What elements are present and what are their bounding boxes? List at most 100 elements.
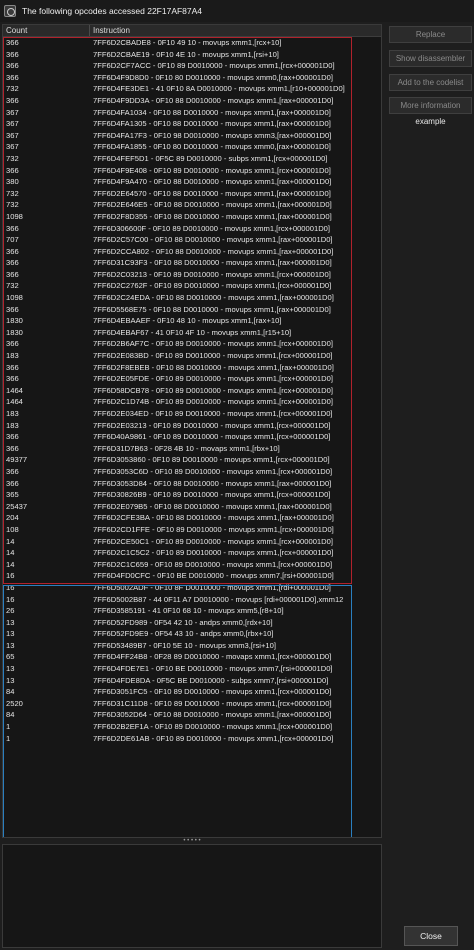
list-item[interactable]: 13 7FF6D52FD989 - 0F54 42 10 - andps xmm0… [3,617,381,629]
list-item[interactable]: 732 7FF6D4FE3DE1 - 41 0F10 8A D0010000 - … [3,83,381,95]
list-item[interactable]: 367 7FF6D4FA1034 - 0F10 88 D0010000 - mov… [3,107,381,119]
list-item[interactable]: 366 7FF6D4F9E408 - 0F10 89 D0010000 - mov… [3,165,381,177]
list-item[interactable]: 367 7FF6D4FA17F3 - 0F10 98 D0010000 - mov… [3,130,381,142]
list-item[interactable]: 1830 7FF6D4EBAF67 - 41 0F10 4F 10 - movup… [3,327,381,339]
list-item[interactable]: 65 7FF6D4FF24B8 - 0F28 89 D0010000 - mova… [3,651,381,663]
list-item[interactable]: 732 7FF6D2C2762F - 0F10 89 D0010000 - mov… [3,280,381,292]
count-cell: 14 [6,559,15,569]
list-item[interactable]: 1098 7FF6D2F8D355 - 0F10 88 D0010000 - mo… [3,211,381,223]
instruction-cell: 7FF6D2CBAE19 - 0F10 4E 10 - movups xmm1,… [93,49,279,59]
list-item[interactable]: 366 7FF6D2CBADE8 - 0F10 49 10 - movups xm… [3,37,381,49]
list-item[interactable]: 366 7FF6D3053D84 - 0F10 88 D0010000 - mov… [3,478,381,490]
list-item[interactable]: 366 7FF6D40A9861 - 0F10 89 D0010000 - mov… [3,431,381,443]
list-item[interactable]: 366 7FF6D4F9D8D0 - 0F10 80 D0010000 - mov… [3,72,381,84]
instruction-cell: 7FF6D2E03213 - 0F10 89 D0010000 - movups… [93,420,331,430]
instruction-cell: 7FF6D2CBADE8 - 0F10 49 10 - movups xmm1,… [93,38,282,47]
count-cell: 183 [6,351,19,361]
count-cell: 1098 [6,293,23,303]
count-cell: 367 [6,107,19,117]
list-item[interactable]: 26 7FF6D3585191 - 41 0F10 68 10 - movups … [3,605,381,617]
list-item[interactable]: 366 7FF6D31D7B63 - 0F28 4B 10 - movaps xm… [3,443,381,455]
list-item[interactable]: 366 7FF6D2CCA802 - 0F10 88 D0010000 - mov… [3,246,381,258]
list-item[interactable]: 84 7FF6D3051FC5 - 0F10 89 D0010000 - movu… [3,686,381,698]
count-cell: 366 [6,95,19,105]
list-item[interactable]: 365 7FF6D30826B9 - 0F10 89 D0010000 - mov… [3,489,381,501]
count-cell: 183 [6,420,19,430]
list-item[interactable]: 16 7FF6D5002ADF - 0F10 8F D0010000 - movu… [3,582,381,594]
list-item[interactable]: 14 7FF6D2C1C5C2 - 0F10 89 D0010000 - movu… [3,547,381,559]
opcode-list[interactable]: Count Instruction 366 7FF6D2CBADE8 - 0F10… [2,24,382,838]
list-item[interactable]: 1464 7FF6D58DCB78 - 0F10 89 D0010000 - mo… [3,385,381,397]
count-cell: 366 [6,223,19,233]
list-item[interactable]: 1098 7FF6D2C24EDA - 0F10 88 D0010000 - mo… [3,292,381,304]
show-disassembler-button[interactable]: Show disassembler [389,50,472,67]
list-item[interactable]: 183 7FF6D2E03213 - 0F10 89 D0010000 - mov… [3,420,381,432]
list-item[interactable]: 366 7FF6D2F8EBEB - 0F10 88 D0010000 - mov… [3,362,381,374]
replace-button[interactable]: Replace [389,26,472,43]
instruction-cell: 7FF6D3053860 - 0F10 89 D0010000 - movups… [93,455,330,465]
list-item[interactable]: 1830 7FF6D4EBAAEF - 0F10 48 10 - movups x… [3,315,381,327]
list-item[interactable]: 183 7FF6D2E034ED - 0F10 89 D0010000 - mov… [3,408,381,420]
list-item[interactable]: 367 7FF6D4FA1855 - 0F10 80 D0010000 - mov… [3,141,381,153]
list-item[interactable]: 732 7FF6D2E646E5 - 0F10 88 D0010000 - mov… [3,199,381,211]
count-cell: 366 [6,246,19,256]
column-header-instruction[interactable]: Instruction [90,25,381,36]
instruction-cell: 7FF6D2E05FDE - 0F10 89 D0010000 - movups… [93,374,333,384]
list-item[interactable]: 366 7FF6D3053C6D - 0F10 89 D0010000 - mov… [3,466,381,478]
count-cell: 13 [6,640,15,650]
list-item[interactable]: 366 7FF6D2E05FDE - 0F10 89 D0010000 - mov… [3,373,381,385]
count-cell: 108 [6,524,19,534]
list-item[interactable]: 1464 7FF6D2C1D74B - 0F10 89 D0010000 - mo… [3,396,381,408]
list-item[interactable]: 204 7FF6D2CFE3BA - 0F10 88 D0010000 - mov… [3,512,381,524]
example-label: example [415,117,446,126]
list-item[interactable]: 14 7FF6D2CE50C1 - 0F10 89 D0010000 - movu… [3,536,381,548]
instruction-cell: 7FF6D2CCA802 - 0F10 88 D0010000 - movups… [93,246,334,256]
list-item[interactable]: 366 7FF6D4F9DD3A - 0F10 88 D0010000 - mov… [3,95,381,107]
instruction-cell: 7FF6D2F8EBEB - 0F10 88 D0010000 - movups… [93,362,334,372]
list-item[interactable]: 13 7FF6D52FD9E9 - 0F54 43 10 - andps xmm0… [3,628,381,640]
list-item[interactable]: 183 7FF6D2E083BD - 0F10 89 D0010000 - mov… [3,350,381,362]
list-item[interactable]: 1 7FF6D2DE61AB - 0F10 89 D0010000 - movup… [3,733,381,745]
instruction-cell: 7FF6D3051FC5 - 0F10 89 D0010000 - movups… [93,687,332,697]
count-cell: 365 [6,490,19,500]
list-item[interactable]: 13 7FF6D4FDE7E1 - 0F10 BE D0010000 - movu… [3,663,381,675]
column-header-count[interactable]: Count [3,25,90,36]
list-item[interactable]: 366 7FF6D2B6AF7C - 0F10 89 D0010000 - mov… [3,338,381,350]
list-item[interactable]: 25437 7FF6D2E079B5 - 0F10 88 D0010000 - m… [3,501,381,513]
instruction-cell: 7FF6D2CE50C1 - 0F10 89 D0010000 - movups… [93,536,333,546]
list-item[interactable]: 366 7FF6D2C03213 - 0F10 89 D0010000 - mov… [3,269,381,281]
list-item[interactable]: 49377 7FF6D3053860 - 0F10 89 D0010000 - m… [3,454,381,466]
instruction-cell: 7FF6D2F8D355 - 0F10 88 D0010000 - movups… [93,211,332,221]
list-item[interactable]: 366 7FF6D5568E75 - 0F10 88 D0010000 - mov… [3,304,381,316]
info-panel[interactable] [2,844,382,948]
list-item[interactable]: 2520 7FF6D31C11D8 - 0F10 89 D0010000 - mo… [3,698,381,710]
list-item[interactable]: 732 7FF6D2E64570 - 0F10 88 D0010000 - mov… [3,188,381,200]
more-information-button[interactable]: More information [389,97,472,114]
list-item[interactable]: 366 7FF6D2CF7ACC - 0F10 89 D0010000 - mov… [3,60,381,72]
count-cell: 1830 [6,316,23,326]
instruction-cell: 7FF6D31D7B63 - 0F28 4B 10 - movaps xmm1,… [93,443,280,453]
list-item[interactable]: 380 7FF6D4F9A470 - 0F10 88 D0010000 - mov… [3,176,381,188]
list-item[interactable]: 16 7FF6D5002B87 - 44 0F11 A7 D0010000 - m… [3,594,381,606]
count-cell: 367 [6,119,19,129]
count-cell: 26 [6,606,15,616]
list-item[interactable]: 16 7FF6D4FD0CFC - 0F10 BE D0010000 - movu… [3,570,381,582]
list-item[interactable]: 84 7FF6D3052D64 - 0F10 88 D0010000 - movu… [3,709,381,721]
count-cell: 1 [6,733,11,743]
list-item[interactable]: 707 7FF6D2C57C00 - 0F10 88 D0010000 - mov… [3,234,381,246]
list-item[interactable]: 366 7FF6D306600F - 0F10 89 D0010000 - mov… [3,223,381,235]
list-item[interactable]: 108 7FF6D2CD1FFE - 0F10 89 D0010000 - mov… [3,524,381,536]
instruction-cell: 7FF6D3585191 - 41 0F10 68 10 - movups xm… [93,606,284,616]
close-button[interactable]: Close [404,926,458,946]
list-item[interactable]: 366 7FF6D2CBAE19 - 0F10 4E 10 - movups xm… [3,49,381,61]
list-item[interactable]: 1 7FF6D2B2EF1A - 0F10 89 D0010000 - movup… [3,721,381,733]
list-item[interactable]: 13 7FF6D53489B7 - 0F10 5E 10 - movups xmm… [3,640,381,652]
list-item[interactable]: 13 7FF6D4FDE8DA - 0F5C BE D0010000 - subp… [3,675,381,687]
add-to-codelist-button[interactable]: Add to the codelist [389,74,472,91]
count-cell: 732 [6,84,19,94]
list-item[interactable]: 367 7FF6D4FA1305 - 0F10 88 D0010000 - mov… [3,118,381,130]
list-item[interactable]: 732 7FF6D4FEF5D1 - 0F5C 89 D0010000 - sub… [3,153,381,165]
list-header: Count Instruction [3,25,381,37]
list-item[interactable]: 366 7FF6D31C93F3 - 0F10 88 D0010000 - mov… [3,257,381,269]
list-item[interactable]: 14 7FF6D2C1C659 - 0F10 89 D0010000 - movu… [3,559,381,571]
